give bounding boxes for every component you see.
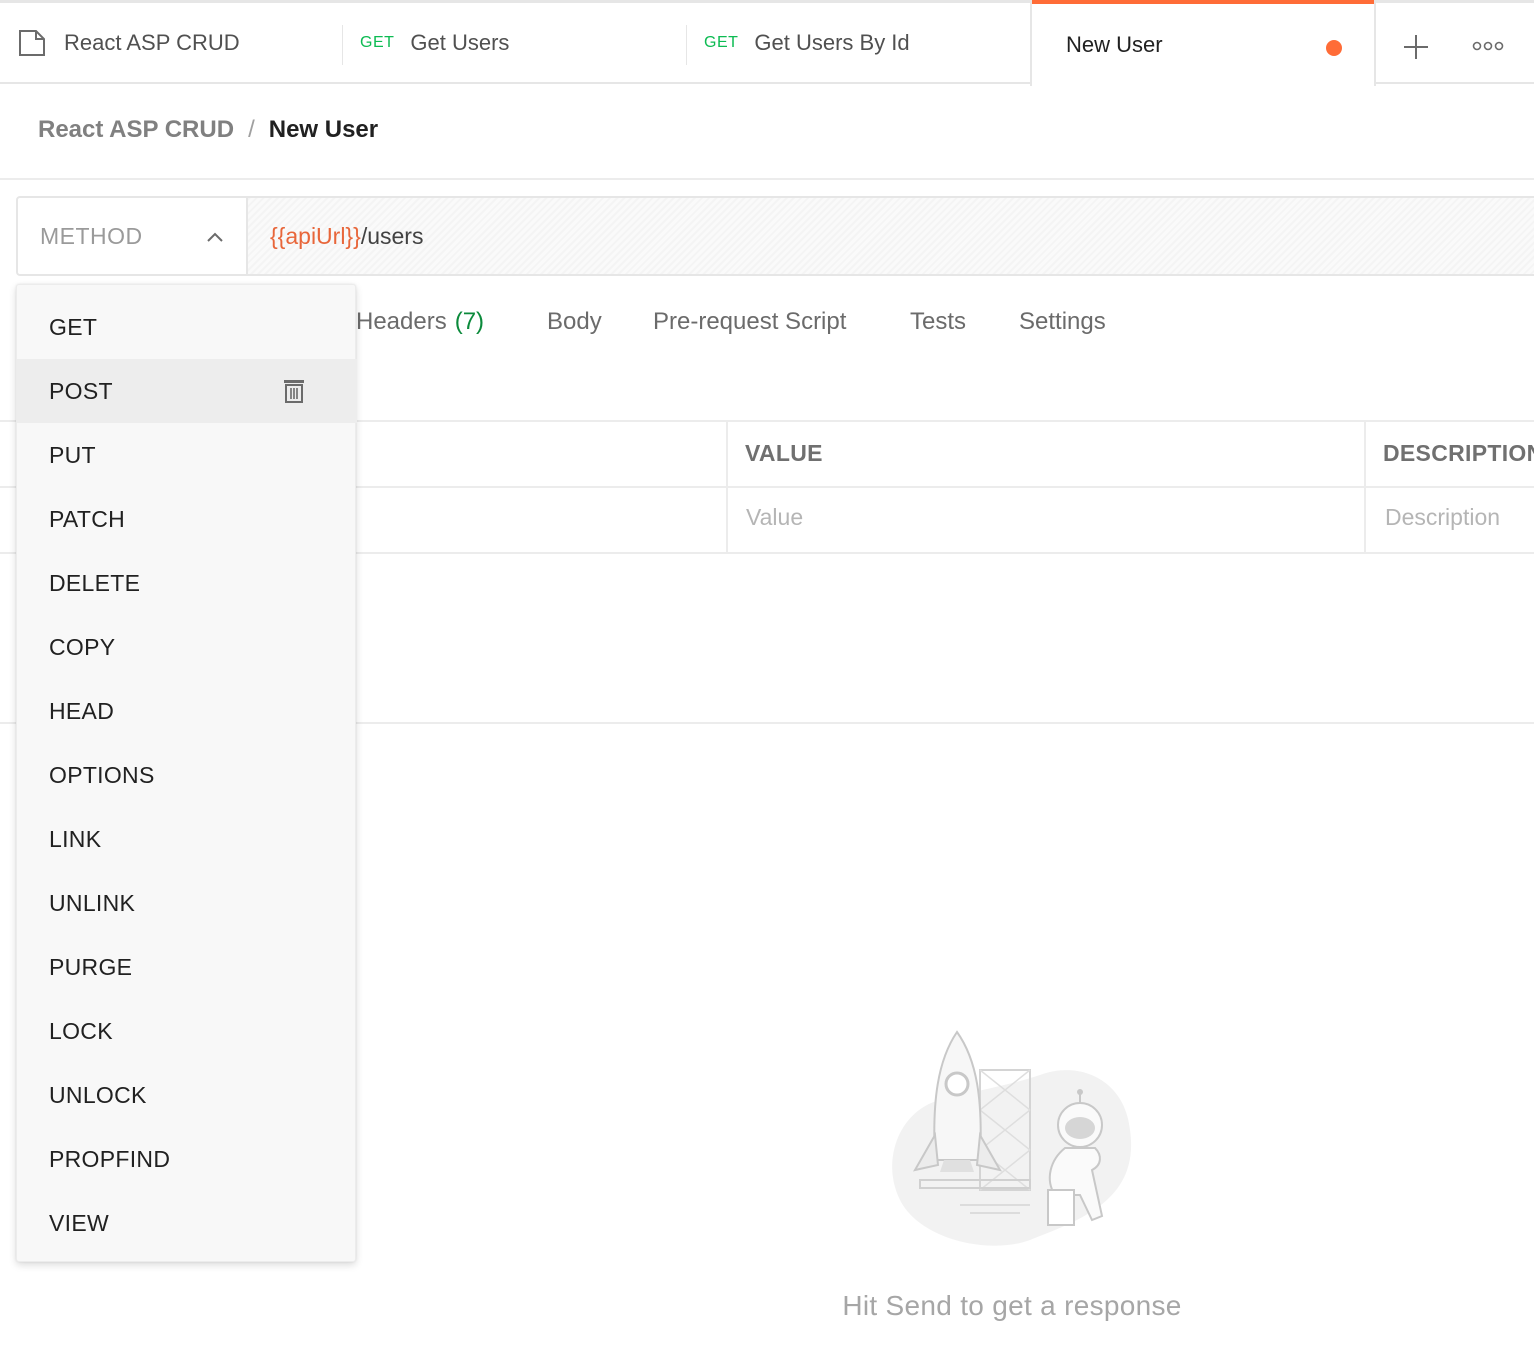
tab-settings[interactable]: Settings xyxy=(1019,308,1106,336)
method-option-head[interactable]: HEAD xyxy=(17,679,357,743)
column-header-description: DESCRIPTION xyxy=(1383,440,1534,466)
method-option-unlink[interactable]: UNLINK xyxy=(17,871,357,935)
method-option-post[interactable]: POST xyxy=(17,359,357,423)
description-input[interactable]: Description xyxy=(1385,504,1500,531)
breadcrumb: React ASP CRUD / New User xyxy=(38,116,378,144)
breadcrumb-current[interactable]: New User xyxy=(269,116,378,144)
method-placeholder: METHOD xyxy=(40,222,143,249)
more-options-icon[interactable] xyxy=(1472,39,1504,53)
tab-tests[interactable]: Tests xyxy=(910,308,966,336)
tab-get-users-by-id[interactable]: GET Get Users By Id xyxy=(704,3,910,83)
headers-count-badge: (7) xyxy=(454,308,485,335)
tab-divider xyxy=(686,25,687,65)
value-input[interactable]: Value xyxy=(746,504,803,531)
method-option-options[interactable]: OPTIONS xyxy=(17,743,357,807)
method-option-lock[interactable]: LOCK xyxy=(17,999,357,1063)
url-input[interactable]: {{apiUrl}}/users xyxy=(246,196,1534,276)
method-option-copy[interactable]: COPY xyxy=(17,615,357,679)
tab-headers[interactable]: Headers (7) xyxy=(356,308,484,336)
tab-label: React ASP CRUD xyxy=(64,30,240,55)
method-dropdown: GET POST PUT PATCH DELETE COPY HEAD OPTI… xyxy=(16,284,357,1262)
tab-collection[interactable]: React ASP CRUD xyxy=(18,3,240,83)
method-option-view[interactable]: VIEW xyxy=(17,1191,357,1255)
method-option-propfind[interactable]: PROPFIND xyxy=(17,1127,357,1191)
url-variable: {{apiUrl}} xyxy=(270,222,361,249)
method-option-purge[interactable]: PURGE xyxy=(17,935,357,999)
column-divider xyxy=(1364,420,1366,554)
tab-label: Headers xyxy=(356,308,447,335)
column-header-value: VALUE xyxy=(745,440,823,466)
method-option-patch[interactable]: PATCH xyxy=(17,487,357,551)
unsaved-changes-dot xyxy=(1326,40,1342,56)
tab-method: GET xyxy=(704,34,739,51)
trash-icon[interactable] xyxy=(283,379,305,409)
tab-method: GET xyxy=(360,34,395,51)
option-label: POST xyxy=(49,377,113,404)
method-option-get[interactable]: GET xyxy=(17,295,357,359)
breadcrumb-parent[interactable]: React ASP CRUD xyxy=(38,116,234,144)
tab-label: New User xyxy=(1066,31,1163,57)
active-tab-indicator xyxy=(1032,0,1374,4)
plus-icon[interactable] xyxy=(1402,33,1430,61)
breadcrumb-separator: / xyxy=(248,116,255,143)
url-path: /users xyxy=(360,222,424,249)
tab-bar: React ASP CRUD GET Get Users GET Get Use… xyxy=(0,0,1534,86)
tab-pre-request-script[interactable]: Pre-request Script xyxy=(653,308,846,336)
method-option-put[interactable]: PUT xyxy=(17,423,357,487)
method-option-unlock[interactable]: UNLOCK xyxy=(17,1063,357,1127)
tab-divider xyxy=(342,25,343,65)
tab-label: Get Users xyxy=(410,30,510,55)
collection-icon xyxy=(18,29,46,57)
divider xyxy=(0,178,1534,180)
tab-get-users[interactable]: GET Get Users xyxy=(360,3,509,83)
tab-body[interactable]: Body xyxy=(547,308,602,336)
tab-new-user[interactable]: New User xyxy=(1030,0,1376,86)
chevron-up-icon xyxy=(206,230,224,248)
tab-label: Get Users By Id xyxy=(754,30,910,55)
method-option-link[interactable]: LINK xyxy=(17,807,357,871)
empty-response-message: Hit Send to get a response xyxy=(842,1290,1182,1321)
method-select[interactable]: METHOD xyxy=(16,196,248,276)
rocket-astronaut-illustration xyxy=(880,1020,1140,1265)
column-divider xyxy=(726,420,728,554)
method-option-delete[interactable]: DELETE xyxy=(17,551,357,615)
